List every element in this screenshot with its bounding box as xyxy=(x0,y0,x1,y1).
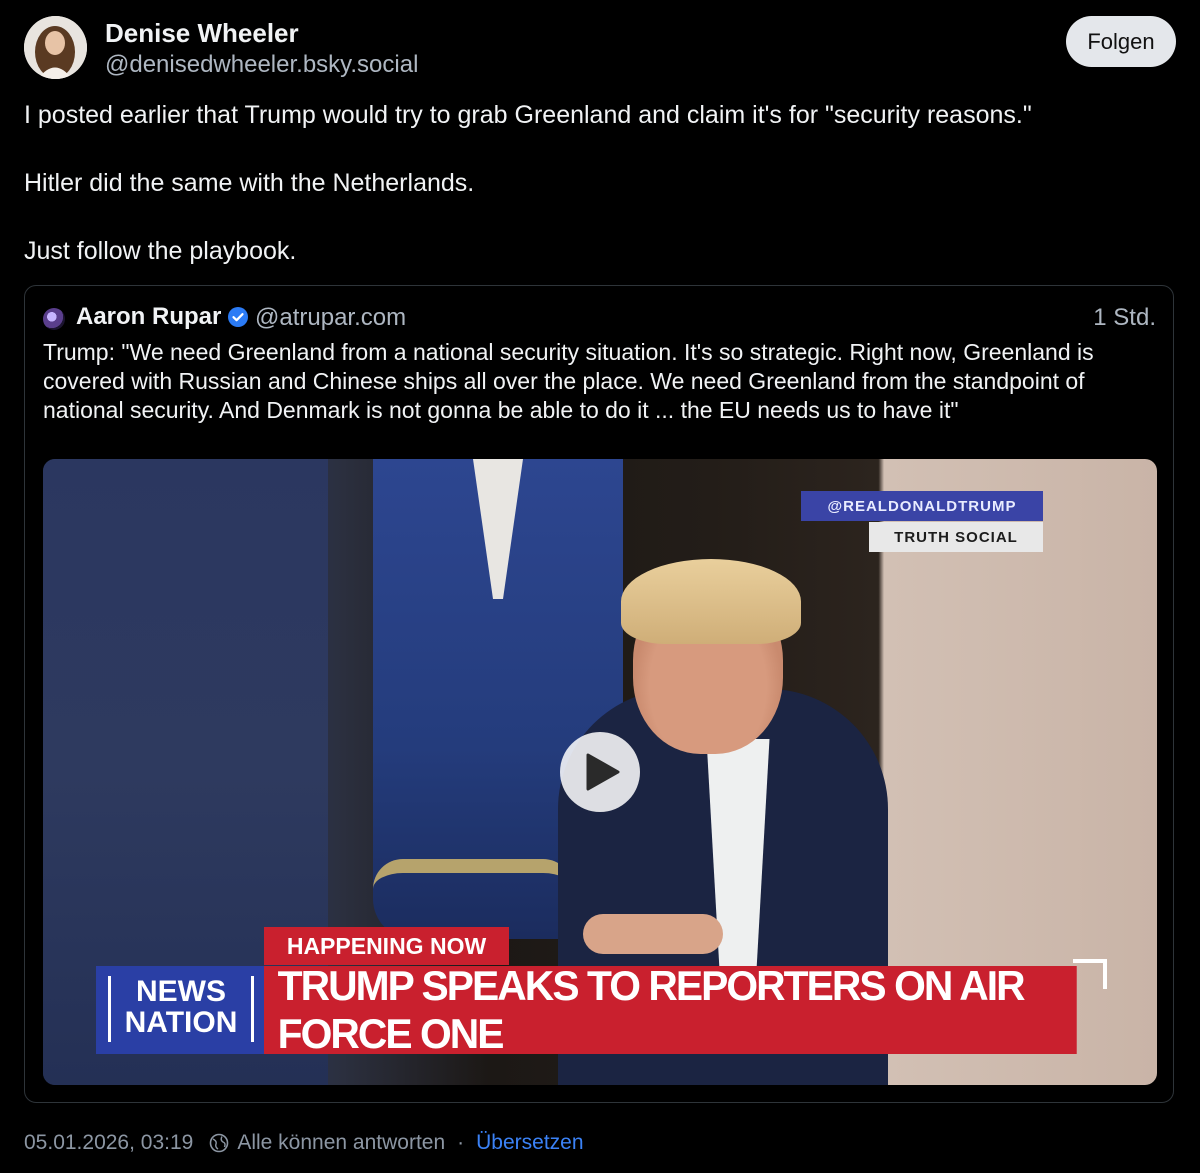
quote-author-name[interactable]: Aaron Rupar xyxy=(76,303,221,331)
follow-button[interactable]: Folgen xyxy=(1066,16,1176,67)
play-icon xyxy=(586,753,620,791)
logo-line: NATION xyxy=(124,1006,238,1039)
play-button[interactable] xyxy=(560,732,640,812)
author-handle[interactable]: @denisedwheeler.bsky.social xyxy=(105,51,418,79)
video-source-tag: TRUTH SOCIAL xyxy=(869,522,1043,552)
quote-text: Trump: "We need Greenland from a nationa… xyxy=(43,339,1094,423)
globe-icon xyxy=(210,1133,229,1153)
post-avatar[interactable] xyxy=(24,16,87,79)
reply-setting[interactable]: Alle können antworten xyxy=(237,1131,445,1155)
quoted-post[interactable]: Aaron Rupar @atrupar.com 1 Std. Trump: "… xyxy=(24,285,1174,1103)
video-player[interactable]: @REALDONALDTRUMP TRUTH SOCIAL HAPPENING … xyxy=(43,459,1157,1085)
post-footer: 05.01.2026, 03:19 Alle können antworten … xyxy=(24,1131,584,1155)
footer-separator: · xyxy=(457,1131,465,1154)
post-paragraph: Just follow the playbook. xyxy=(24,237,297,265)
post-paragraph: Hitler did the same with the Netherlands… xyxy=(24,169,475,197)
post-body: I posted earlier that Trump would try to… xyxy=(24,98,1032,302)
video-hair xyxy=(621,559,801,644)
quote-timestamp: 1 Std. xyxy=(1093,304,1156,331)
translate-link[interactable]: Übersetzen xyxy=(476,1131,583,1155)
video-kicker: HAPPENING NOW xyxy=(264,927,509,965)
quote-avatar xyxy=(43,308,65,330)
post-timestamp[interactable]: 05.01.2026, 03:19 xyxy=(24,1131,193,1155)
video-handle-tag: @REALDONALDTRUMP xyxy=(801,491,1043,521)
video-hands xyxy=(583,914,723,954)
video-headline: TRUMP SPEAKS TO REPORTERS ON AIR FORCE O… xyxy=(264,962,1077,1057)
quote-author-handle[interactable]: @atrupar.com xyxy=(255,304,406,332)
video-corner-mark xyxy=(1073,959,1107,989)
logo-line: NEWS xyxy=(136,975,226,1008)
verified-check-icon xyxy=(228,307,248,327)
post-paragraph: I posted earlier that Trump would try to… xyxy=(24,101,1032,129)
author-name[interactable]: Denise Wheeler xyxy=(105,18,299,49)
news-nation-logo: NEWS NATION xyxy=(96,966,264,1054)
